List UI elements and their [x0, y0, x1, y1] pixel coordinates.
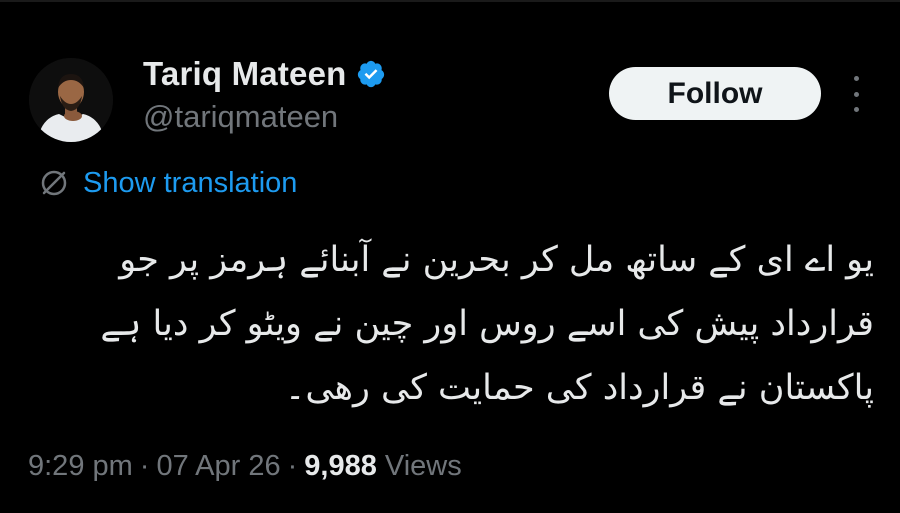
author-handle[interactable]: @tariqmateen	[143, 99, 338, 135]
more-vertical-icon	[853, 76, 859, 81]
meta-separator: ·	[287, 450, 298, 482]
tweet-date[interactable]: 07 Apr 26	[156, 450, 280, 483]
tweet-text: یو اے ای کے ساتھ مل کر بحرین نے آبنائے ہ…	[100, 240, 874, 408]
follow-button[interactable]: Follow	[609, 67, 821, 120]
avatar[interactable]	[29, 58, 113, 142]
more-vertical-icon-dot	[853, 107, 859, 112]
more-vertical-icon-dot	[853, 91, 859, 97]
tweet-metadata: 9:29 pm · 07 Apr 26 · 9,988 Views	[28, 450, 462, 483]
show-translation-label: Show translation	[83, 166, 298, 199]
top-divider	[0, 0, 900, 2]
more-options-button[interactable]	[843, 76, 869, 112]
translate-icon	[38, 167, 70, 199]
author-display-name[interactable]: Tariq Mateen	[143, 55, 347, 93]
views-label[interactable]: Views	[385, 450, 462, 483]
tweet-time[interactable]: 9:29 pm	[28, 450, 133, 483]
author-name-row: Tariq Mateen	[143, 52, 386, 96]
show-translation-link[interactable]: Show translation	[38, 164, 297, 202]
views-count[interactable]: 9,988	[304, 450, 377, 483]
verified-badge-icon[interactable]	[356, 59, 386, 89]
meta-separator: ·	[139, 450, 150, 482]
